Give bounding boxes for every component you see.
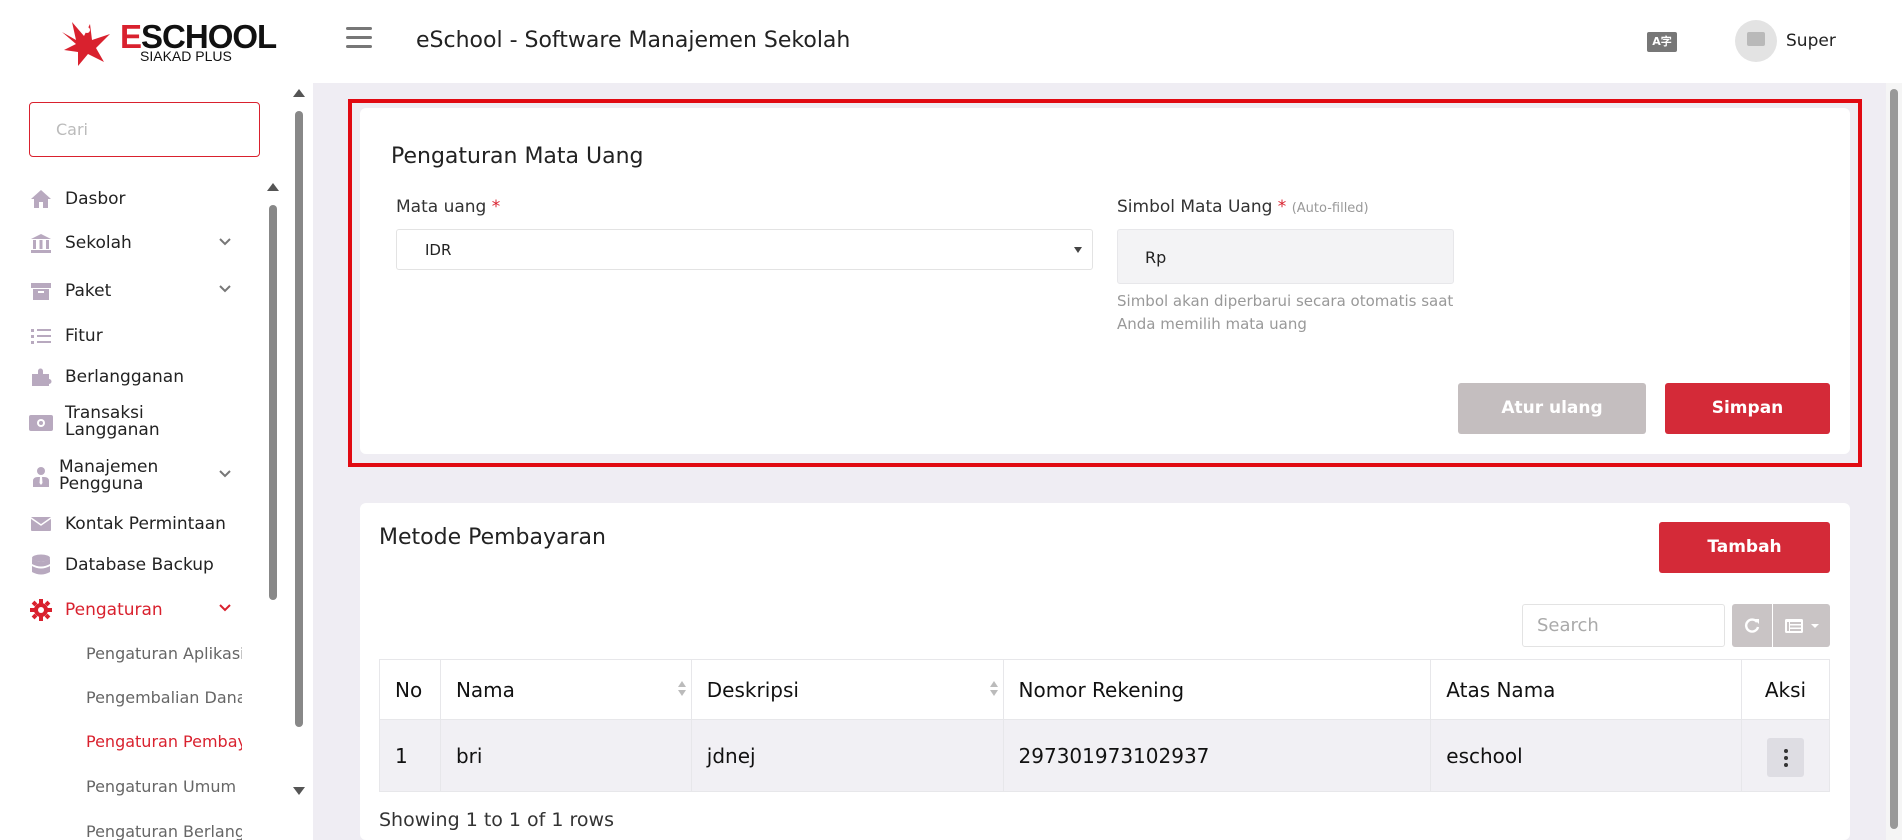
cell-no: 1	[379, 719, 441, 792]
home-icon	[29, 187, 53, 211]
avatar[interactable]	[1735, 20, 1777, 62]
scrollbar-thumb[interactable]	[269, 205, 277, 600]
pagination-info: Showing 1 to 1 of 1 rows	[379, 809, 614, 831]
sidebar-item-label: Fitur	[65, 325, 103, 346]
table-row: 1 bri jdnej 297301973102937 eschool	[379, 719, 1830, 792]
sidebar: Dasbor Sekolah Paket Fitur Berlangganan …	[0, 83, 313, 840]
currency-label: Mata uang *	[396, 197, 501, 217]
scrollbar-thumb[interactable]	[295, 111, 303, 727]
column-header-deskripsi[interactable]: Deskripsi	[690, 659, 1004, 720]
cell-atas-nama: eschool	[1430, 719, 1743, 792]
sidebar-item-label: Transaksi Langganan	[65, 403, 160, 440]
language-icon[interactable]: A字	[1647, 32, 1677, 52]
list-icon	[29, 324, 53, 348]
top-header: ESCHOOL SIAKAD PLUS eSchool - Software M…	[0, 0, 1902, 83]
sidebar-item-kontak-permintaan[interactable]: Kontak Permintaan	[29, 512, 239, 536]
table-search-input[interactable]	[1522, 604, 1725, 647]
eschool-logo[interactable]: ESCHOOL SIAKAD PLUS	[58, 18, 277, 68]
refresh-button[interactable]	[1732, 604, 1772, 647]
chevron-down-icon[interactable]	[218, 467, 232, 481]
user-name[interactable]: Super	[1786, 31, 1836, 51]
sidebar-item-label: Paket	[65, 280, 112, 301]
sidebar-item-label: Pengaturan	[65, 599, 163, 620]
currency-symbol-field[interactable]: Rp	[1117, 229, 1454, 284]
chevron-down-icon[interactable]	[218, 282, 232, 296]
logo-subtitle: SIAKAD PLUS	[140, 48, 232, 64]
refresh-icon	[1745, 617, 1760, 633]
database-icon	[29, 553, 53, 577]
save-button[interactable]: Simpan	[1665, 383, 1830, 434]
columns-list-icon	[1784, 618, 1803, 633]
scrollbar-thumb[interactable]	[1890, 89, 1898, 829]
sidebar-item-label: Berlangganan	[65, 366, 184, 387]
cell-nama: bri	[439, 719, 692, 792]
sidebar-item-dasbor[interactable]: Dasbor	[29, 187, 239, 211]
app-title: eSchool - Software Manajemen Sekolah	[416, 28, 851, 53]
column-header-no: No	[379, 659, 441, 720]
payment-methods-table: No Nama Deskripsi Nomor Rekening Atas Na…	[379, 659, 1830, 792]
sidebar-item-label: Kontak Permintaan	[65, 513, 226, 534]
sidebar-item-pengaturan[interactable]: Pengaturan	[29, 598, 239, 622]
sidebar-scrollbar[interactable]	[290, 83, 306, 840]
sidebar-subitem-pengaturan-umum[interactable]: Pengaturan Umum	[86, 777, 242, 796]
sidebar-subitem-pengembalian-dana[interactable]: Pengembalian Dana	[86, 688, 242, 707]
columns-toggle-button[interactable]	[1773, 604, 1830, 647]
gear-icon	[29, 598, 53, 622]
column-header-atas-nama: Atas Nama	[1430, 659, 1743, 720]
cell-nomor-rekening: 297301973102937	[1002, 719, 1432, 792]
money-icon	[29, 411, 53, 435]
payment-methods-title: Metode Pembayaran	[379, 525, 606, 550]
symbol-hint: Simbol akan diperbarui secara otomatis s…	[1117, 292, 1454, 333]
envelope-icon	[29, 512, 53, 536]
sidebar-item-manajemen-pengguna[interactable]: Manajemen Pengguna	[29, 459, 239, 493]
page-scrollbar[interactable]	[1886, 83, 1902, 840]
scroll-up-icon[interactable]	[293, 89, 305, 97]
sidebar-item-database-backup[interactable]: Database Backup	[29, 553, 239, 577]
currency-select-value: IDR	[425, 241, 452, 259]
sidebar-item-label: Manajemen Pengguna	[59, 457, 159, 494]
sort-icon	[989, 681, 998, 696]
chevron-down-icon[interactable]	[218, 235, 232, 249]
sort-icon	[677, 681, 686, 696]
caret-down-icon	[1810, 623, 1819, 628]
sidebar-item-transaksi-langganan[interactable]: Transaksi Langganan	[29, 405, 239, 439]
sidebar-subitem-pengaturan-berlangganan[interactable]: Pengaturan Berlangganan	[86, 822, 242, 840]
column-header-aksi: Aksi	[1741, 659, 1830, 720]
column-header-nama[interactable]: Nama	[439, 659, 692, 720]
sidebar-item-paket[interactable]: Paket	[29, 279, 239, 303]
sidebar-subitem-pengaturan-pembayaran[interactable]: Pengaturan Pembayaran	[86, 732, 242, 751]
chevron-down-icon[interactable]	[218, 601, 232, 615]
table-header-row: No Nama Deskripsi Nomor Rekening Atas Na…	[379, 659, 1830, 720]
menu-toggle-icon[interactable]	[346, 27, 372, 51]
currency-settings-title: Pengaturan Mata Uang	[391, 144, 644, 169]
column-header-nomor-rekening: Nomor Rekening	[1002, 659, 1432, 720]
reset-button[interactable]: Atur ulang	[1458, 383, 1646, 434]
scroll-up-icon[interactable]	[267, 183, 279, 191]
sidebar-item-label: Sekolah	[65, 232, 132, 253]
sidebar-item-fitur[interactable]: Fitur	[29, 324, 239, 348]
school-icon	[29, 231, 53, 255]
box-icon	[29, 279, 53, 303]
sidebar-item-sekolah[interactable]: Sekolah	[29, 231, 239, 255]
cell-aksi	[1741, 719, 1830, 792]
sidebar-item-label: Database Backup	[65, 554, 214, 575]
caret-down-icon	[1074, 247, 1082, 253]
scroll-down-icon[interactable]	[293, 787, 305, 795]
cell-deskripsi: jdnej	[690, 719, 1004, 792]
add-button[interactable]: Tambah	[1659, 522, 1830, 573]
sidebar-inner-scrollbar[interactable]	[266, 183, 280, 840]
logo-mark-icon	[62, 22, 110, 66]
user-tie-icon	[29, 465, 53, 489]
sidebar-item-berlangganan[interactable]: Berlangganan	[29, 365, 239, 389]
currency-select[interactable]: IDR	[396, 229, 1093, 270]
sidebar-item-label: Dasbor	[65, 188, 126, 209]
sidebar-search-input[interactable]	[29, 102, 260, 157]
sidebar-subitem-pengaturan-aplikasi[interactable]: Pengaturan Aplikasi	[86, 644, 242, 663]
symbol-label: Simbol Mata Uang * (Auto-filled)	[1117, 197, 1369, 217]
puzzle-icon	[29, 365, 53, 389]
row-actions-kebab-icon[interactable]	[1767, 738, 1804, 778]
